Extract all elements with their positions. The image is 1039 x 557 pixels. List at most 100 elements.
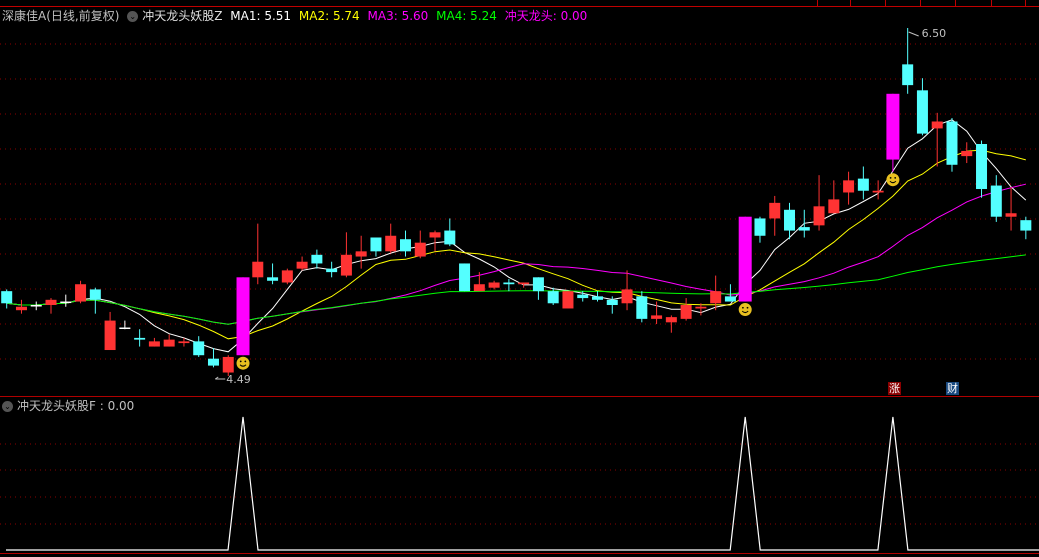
- candle: [843, 171, 855, 205]
- candle: [326, 261, 338, 278]
- candle-body: [163, 339, 175, 347]
- candle: [340, 232, 352, 278]
- candle: [252, 223, 264, 285]
- candle: [1005, 187, 1017, 231]
- candle: [946, 118, 958, 172]
- candle: [370, 237, 382, 257]
- candle-body: [252, 261, 264, 278]
- smiley-eye: [742, 306, 744, 309]
- candle: [15, 299, 27, 314]
- candle: [488, 280, 500, 290]
- candle: [872, 180, 884, 200]
- candle: [592, 291, 603, 302]
- candle-body: [665, 317, 677, 323]
- candle-body: [857, 178, 869, 191]
- candle-body: [710, 291, 722, 304]
- candle: [916, 78, 928, 136]
- ma4-value: MA4: 5.24: [436, 9, 497, 23]
- candle-body: [784, 209, 796, 231]
- candle-body: [60, 301, 72, 304]
- min-price-label: 4.49: [226, 373, 251, 386]
- smiley-face: [738, 303, 752, 317]
- smiley-face: [236, 356, 250, 370]
- candle-body: [414, 242, 426, 257]
- candle-body: [680, 305, 692, 319]
- smiley-eye: [239, 360, 242, 363]
- candle-body: [738, 216, 752, 302]
- candle: [473, 272, 485, 292]
- candle: [193, 336, 205, 357]
- smiley-icon: [886, 173, 900, 187]
- candle-body: [724, 296, 736, 302]
- signal-value: 冲天龙头: 0.00: [504, 9, 588, 23]
- ma2-value: MA2: 5.74: [298, 9, 360, 23]
- candle: [385, 223, 397, 254]
- indicator-name: 冲天龙头妖股Z: [142, 9, 223, 23]
- smiley-eye: [244, 360, 247, 363]
- candle-body: [236, 277, 250, 356]
- ma2-line: [6, 149, 1026, 340]
- candle-body: [636, 296, 648, 319]
- candle-body: [148, 341, 160, 347]
- candle: [886, 93, 900, 172]
- candle-body: [769, 202, 781, 219]
- candle-body: [222, 356, 234, 373]
- candle-body: [562, 291, 574, 309]
- candle-body: [444, 230, 456, 245]
- chevron-down-icon[interactable]: ⌄: [127, 11, 139, 22]
- candle-body: [370, 237, 382, 252]
- candle-body: [296, 261, 308, 269]
- candle-body: [532, 277, 544, 292]
- candle-body: [902, 64, 914, 86]
- candle: [990, 175, 1002, 222]
- candle-body: [931, 121, 943, 129]
- candle: [148, 337, 160, 347]
- chevron-down-icon[interactable]: ⌄: [2, 401, 13, 412]
- candle-body: [606, 299, 618, 306]
- ma3-value: MA3: 5.60: [367, 9, 429, 23]
- smiley-face: [886, 173, 900, 187]
- ma3-line: [6, 183, 1026, 325]
- candle-body: [1005, 213, 1017, 217]
- candle: [414, 230, 426, 259]
- price-chart[interactable]: 6.50 4.49: [0, 0, 1039, 557]
- sub-chart-header: ⌄ 冲天龙头妖股F : 0.00: [2, 398, 138, 414]
- candle: [754, 216, 766, 243]
- smiley-icon: [738, 303, 752, 317]
- candle-body: [89, 289, 101, 300]
- zhang-badge[interactable]: 涨: [888, 382, 901, 395]
- main-chart-header: 深康佳A(日线,前复权) ⌄ 冲天龙头妖股Z MA1: 5.51 MA2: 5.7…: [2, 8, 591, 24]
- candle-body: [30, 305, 42, 307]
- candle-body: [961, 150, 973, 157]
- candle-body: [1, 291, 13, 304]
- smiley-icon: [236, 356, 250, 370]
- candle-body: [399, 239, 411, 252]
- candle: [134, 329, 146, 347]
- candle-body: [488, 282, 500, 288]
- candle: [1020, 216, 1032, 240]
- candle: [119, 320, 131, 330]
- candle-body: [872, 190, 884, 193]
- candle: [798, 209, 810, 238]
- candle: [281, 268, 293, 285]
- candle-body: [828, 199, 840, 214]
- candle: [207, 348, 219, 368]
- candle: [399, 230, 411, 257]
- candle: [163, 334, 175, 347]
- smiley-eye: [889, 176, 892, 179]
- candle-body: [547, 291, 559, 304]
- candle: [813, 175, 825, 231]
- cai-badge[interactable]: 财: [946, 382, 959, 395]
- candle-body: [326, 268, 338, 273]
- candle-body: [340, 254, 352, 276]
- candle: [769, 195, 781, 236]
- candle-body: [207, 358, 219, 366]
- period-label: (日线,前复权): [46, 9, 120, 23]
- indicator-f-line: [6, 416, 1039, 551]
- candle-body: [916, 90, 928, 134]
- candle-body: [267, 277, 279, 281]
- candle-body: [178, 341, 190, 344]
- candle: [562, 291, 574, 309]
- candle-body: [798, 227, 810, 231]
- candle-body: [577, 294, 589, 299]
